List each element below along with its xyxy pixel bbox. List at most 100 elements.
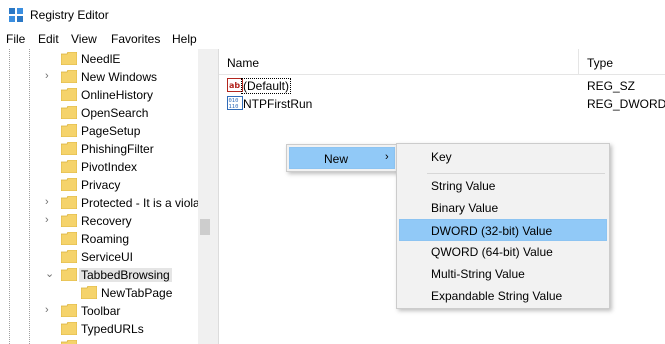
tree-item[interactable]: PageSetup xyxy=(0,122,200,140)
title-bar: Registry Editor xyxy=(0,0,665,30)
menu-item-label: Key xyxy=(431,150,452,164)
tree-item-selected[interactable]: ⌄ TabbedBrowsing xyxy=(0,266,200,284)
tree-item[interactable]: NeedlE xyxy=(0,50,200,68)
value-row[interactable]: 010 110 NTPFirstRun REG_DWORD xyxy=(219,94,665,113)
tree-item[interactable]: › Toolbar xyxy=(0,302,200,320)
menu-edit[interactable]: Edit xyxy=(38,32,59,46)
tree-item-label: Protected - It is a viola xyxy=(81,196,200,210)
folder-icon xyxy=(61,124,77,137)
tree-item-label: PageSetup xyxy=(81,124,141,138)
tree-item-label: OpenSearch xyxy=(81,106,149,120)
menu-item-qword-value[interactable]: QWORD (64-bit) Value xyxy=(399,241,607,263)
tree-item-label: Privacy xyxy=(81,178,121,192)
expand-icon[interactable] xyxy=(45,51,55,65)
scrollbar-thumb[interactable] xyxy=(200,219,210,235)
folder-icon xyxy=(61,142,77,155)
expand-icon[interactable]: › xyxy=(45,303,55,317)
folder-icon xyxy=(61,196,77,209)
menu-item-label: DWORD (32-bit) Value xyxy=(431,224,553,238)
expand-icon[interactable] xyxy=(45,321,55,335)
folder-icon xyxy=(61,214,77,227)
tree-item[interactable] xyxy=(0,338,200,344)
expand-icon[interactable] xyxy=(45,87,55,101)
tree-item-label: OnlineHistory xyxy=(81,88,154,102)
tree-item-label: NeedlE xyxy=(81,52,121,66)
menu-item-label: QWORD (64-bit) Value xyxy=(431,245,553,259)
value-name: (Default) xyxy=(240,78,292,94)
column-header-name[interactable]: Name xyxy=(219,49,579,75)
menu-item-label: Expandable String Value xyxy=(431,289,563,303)
tree-item[interactable]: ServiceUI xyxy=(0,248,200,266)
tree-item[interactable]: PhishingFilter xyxy=(0,140,200,158)
menu-item-new[interactable]: New › xyxy=(289,147,395,169)
tree-item[interactable]: Roaming xyxy=(0,230,200,248)
menu-item-key[interactable]: Key xyxy=(399,146,607,168)
expand-icon[interactable]: › xyxy=(45,213,55,227)
svg-text:110: 110 xyxy=(229,104,239,110)
tree-item[interactable]: TypedURLs xyxy=(0,320,200,338)
menu-item-expandable-string-value[interactable]: Expandable String Value xyxy=(399,285,607,307)
expand-icon[interactable] xyxy=(45,141,55,155)
expand-icon[interactable] xyxy=(45,231,55,245)
tree-scrollbar[interactable] xyxy=(198,49,212,344)
menu-help[interactable]: Help xyxy=(172,32,197,46)
expand-icon[interactable] xyxy=(45,159,55,173)
expand-icon[interactable]: › xyxy=(45,69,55,83)
tree-item[interactable]: › Protected - It is a viola xyxy=(0,194,200,212)
column-header-label: Name xyxy=(227,56,260,70)
folder-icon xyxy=(61,178,77,191)
menu-view[interactable]: View xyxy=(71,32,97,46)
tree-item[interactable]: OnlineHistory xyxy=(0,86,200,104)
tree-item[interactable]: NewTabPage xyxy=(0,284,200,302)
menu-item-label: Multi-String Value xyxy=(431,267,525,281)
tree-item-label: TypedURLs xyxy=(81,322,144,336)
tree-item-label: PhishingFilter xyxy=(81,142,154,156)
menu-item-string-value[interactable]: String Value xyxy=(399,175,607,197)
tree-item[interactable]: Privacy xyxy=(0,176,200,194)
string-value-icon: ab xyxy=(227,78,243,92)
menu-favorites[interactable]: Favorites xyxy=(111,32,160,46)
menu-separator xyxy=(427,173,605,174)
folder-icon xyxy=(81,286,97,299)
submenu-arrow-icon: › xyxy=(385,151,389,163)
menu-bar: File Edit View Favorites Help xyxy=(0,30,665,49)
expand-icon[interactable] xyxy=(45,177,55,191)
registry-editor-icon xyxy=(9,8,23,22)
expand-icon[interactable] xyxy=(45,105,55,119)
column-header-type[interactable]: Type xyxy=(579,49,665,75)
expand-icon[interactable] xyxy=(45,249,55,263)
tree-item[interactable]: › Recovery xyxy=(0,212,200,230)
menu-item-label: String Value xyxy=(431,179,496,193)
menu-item-binary-value[interactable]: Binary Value xyxy=(399,197,607,219)
value-type: REG_SZ xyxy=(587,79,636,93)
menu-item-dword-value[interactable]: DWORD (32-bit) Value xyxy=(399,219,607,241)
folder-icon xyxy=(61,106,77,119)
value-row[interactable]: ab (Default) REG_SZ xyxy=(219,76,665,95)
value-type: REG_DWORD xyxy=(587,97,665,111)
tree-item[interactable]: OpenSearch xyxy=(0,104,200,122)
tree-item-label: ServiceUI xyxy=(81,250,134,264)
menu-file[interactable]: File xyxy=(6,32,25,46)
window-title: Registry Editor xyxy=(30,8,109,22)
tree-item-label: Toolbar xyxy=(81,304,121,318)
value-name: NTPFirstRun xyxy=(243,97,313,111)
tree-item-label: Roaming xyxy=(81,232,130,246)
tree-item[interactable]: PivotIndex xyxy=(0,158,200,176)
folder-icon xyxy=(61,322,77,335)
menu-item-label: New xyxy=(324,152,349,166)
key-tree[interactable]: NeedlE › New Windows OnlineHistory OpenS… xyxy=(0,49,212,344)
menu-item-multi-string-value[interactable]: Multi-String Value xyxy=(399,263,607,285)
binary-value-icon: 010 110 xyxy=(227,96,243,110)
menu-item-label: Binary Value xyxy=(431,201,499,215)
folder-icon xyxy=(61,88,77,101)
tree-item[interactable]: › New Windows xyxy=(0,68,200,86)
expand-icon[interactable]: › xyxy=(45,195,55,209)
tree-item-label: PivotIndex xyxy=(81,160,138,174)
tree-item-label: Recovery xyxy=(81,214,132,228)
folder-icon xyxy=(61,232,77,245)
folder-open-icon xyxy=(61,268,77,281)
expand-icon[interactable] xyxy=(45,123,55,137)
new-submenu: Key String Value Binary Value DWORD (32-… xyxy=(396,143,610,309)
folder-icon xyxy=(61,70,77,83)
collapse-icon[interactable]: ⌄ xyxy=(45,267,55,281)
